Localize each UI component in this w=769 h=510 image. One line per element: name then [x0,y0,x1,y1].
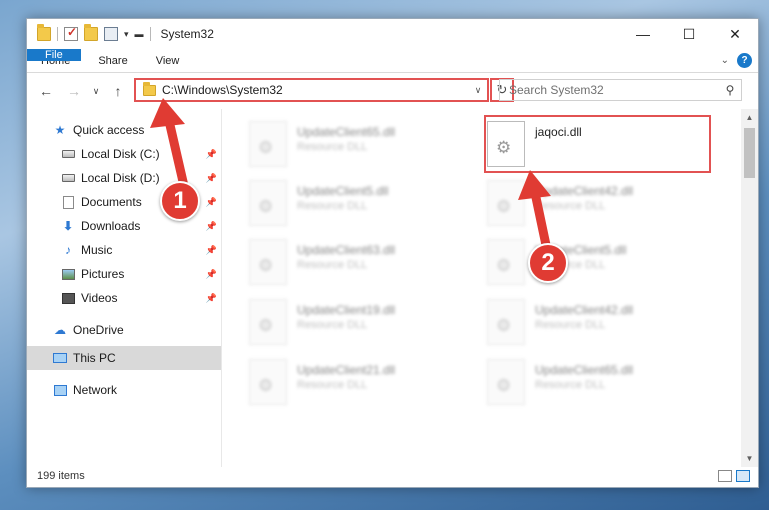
annotation-overlay [150,98,551,250]
arrow-1-head [150,98,185,128]
step-2-badge: 2 [528,243,568,283]
arrow-2-head [518,170,551,200]
step-1-badge: 1 [160,181,200,221]
